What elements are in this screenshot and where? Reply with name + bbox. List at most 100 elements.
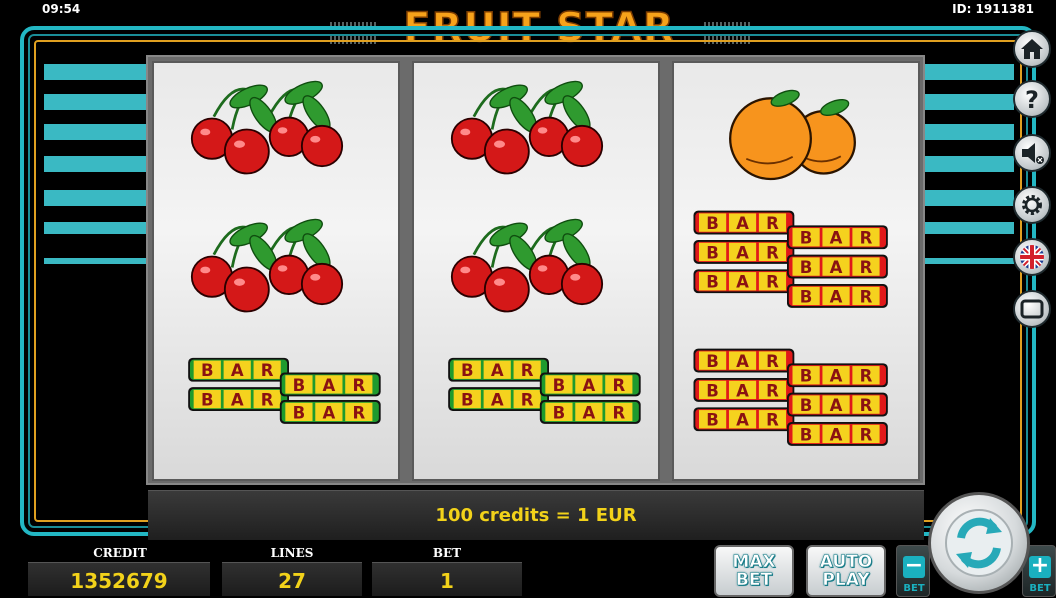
svg-text:B: B (800, 258, 813, 277)
credit-label: CREDIT (93, 546, 147, 560)
payline-bar (44, 190, 148, 206)
payline-bar (44, 156, 148, 172)
svg-text:A: A (830, 367, 843, 386)
home-button[interactable] (1013, 30, 1051, 68)
svg-text:A: A (830, 229, 843, 248)
payline-bar (44, 124, 148, 140)
svg-text:B: B (293, 376, 306, 395)
svg-text:A: A (736, 214, 749, 233)
svg-text:R: R (521, 361, 534, 380)
svg-text:A: A (830, 287, 843, 306)
svg-text:R: R (521, 391, 534, 410)
reel-2: BARBARBARBAR (412, 61, 660, 481)
svg-text:B: B (706, 352, 719, 371)
svg-text:B: B (800, 287, 813, 306)
clock: 09:54 (42, 2, 81, 16)
bet-decrease-button[interactable]: − BET (896, 545, 930, 597)
payline-bar (924, 222, 1014, 234)
svg-text:R: R (766, 411, 779, 430)
bar-green-graphic: B A RB A RB A RB A R (188, 357, 381, 424)
bar-red-graphic: B A RB A RB A RB A RB A RB A R (693, 348, 888, 446)
help-button[interactable]: ? (1013, 80, 1051, 118)
cherries-symbol (428, 205, 648, 341)
max-bet-button[interactable]: MAX BET (714, 545, 794, 597)
cherries-graphic (450, 80, 604, 175)
svg-text:R: R (766, 352, 779, 371)
svg-text:B: B (706, 243, 719, 262)
reel-panel: BARBARBARBAR BARBARBARBAR BARBARBARBARBA… (146, 55, 925, 485)
spin-arrows-icon (945, 509, 1013, 577)
svg-text:B: B (553, 376, 566, 395)
svg-text:B: B (706, 411, 719, 430)
svg-text:B: B (461, 361, 474, 380)
svg-text:A: A (830, 396, 843, 415)
svg-text:R: R (261, 361, 274, 380)
svg-text:B: B (800, 367, 813, 386)
svg-text:B: B (706, 214, 719, 233)
reel-1: BARBARBARBAR (152, 61, 400, 481)
auto-play-button[interactable]: AUTO PLAY (806, 545, 886, 597)
uk-flag-icon (1020, 245, 1044, 269)
denomination-text: 100 credits = 1 EUR (435, 505, 637, 526)
game-id: ID: 1911381 (952, 2, 1034, 16)
reel-3: BARBARBARBARBARBAR BARBARBARBARBARBAR (672, 61, 920, 481)
svg-text:A: A (582, 403, 595, 422)
max-bet-label-top: MAX (732, 552, 776, 572)
svg-text:B: B (706, 381, 719, 400)
svg-text:B: B (800, 229, 813, 248)
svg-text:B: B (706, 273, 719, 292)
settings-button[interactable] (1013, 186, 1051, 224)
plus-icon: + (1029, 553, 1051, 578)
home-icon (1021, 39, 1043, 59)
cherries-symbol (428, 67, 648, 203)
payline-bar (44, 222, 148, 234)
auto-play-label-top: AUTO (819, 552, 873, 572)
svg-text:B: B (461, 391, 474, 410)
svg-text:R: R (860, 258, 873, 277)
oranges-graphic (729, 89, 856, 181)
bet-value: 1 (372, 562, 522, 596)
payline-bar (924, 190, 1014, 206)
payline-bar (924, 94, 1014, 110)
svg-text:A: A (491, 391, 504, 410)
svg-text:?: ? (1025, 86, 1039, 112)
lines-value: 27 (222, 562, 362, 596)
spin-button[interactable] (928, 492, 1030, 594)
bar-green-symbol: BARBARBARBAR (428, 343, 648, 479)
sound-button[interactable] (1013, 134, 1051, 172)
denomination-info: 100 credits = 1 EUR (148, 490, 924, 540)
svg-text:A: A (322, 376, 335, 395)
svg-text:A: A (491, 361, 504, 380)
svg-text:A: A (736, 352, 749, 371)
language-button[interactable] (1013, 238, 1051, 276)
svg-text:R: R (352, 403, 365, 422)
minus-icon: − (903, 553, 925, 578)
svg-text:R: R (766, 214, 779, 233)
svg-text:R: R (612, 403, 625, 422)
payline-bar (924, 156, 1014, 172)
svg-text:A: A (736, 381, 749, 400)
svg-text:R: R (860, 287, 873, 306)
cherries-graphic (190, 80, 344, 175)
max-bet-label-bottom: BET (735, 570, 773, 590)
bar-green-symbol: BARBARBARBAR (168, 343, 388, 479)
oranges-symbol (688, 67, 908, 203)
svg-text:B: B (293, 403, 306, 422)
svg-text:A: A (736, 273, 749, 292)
bet-decrease-label: BET (903, 583, 925, 594)
credit-value: 1352679 (28, 562, 210, 596)
svg-text:A: A (736, 411, 749, 430)
bar-green-graphic: B A RB A RB A RB A R (448, 357, 641, 424)
svg-text:B: B (553, 403, 566, 422)
cherries-symbol (168, 205, 388, 341)
svg-text:R: R (612, 376, 625, 395)
payline-bar (924, 258, 1014, 264)
svg-text:B: B (800, 425, 813, 444)
svg-text:R: R (860, 396, 873, 415)
svg-text:A: A (736, 243, 749, 262)
fullscreen-button[interactable] (1013, 290, 1051, 328)
svg-text:R: R (860, 425, 873, 444)
bar-red-graphic: B A RB A RB A RB A RB A RB A R (693, 210, 888, 308)
help-icon: ? (1025, 86, 1039, 112)
lines-label: LINES (270, 546, 314, 560)
